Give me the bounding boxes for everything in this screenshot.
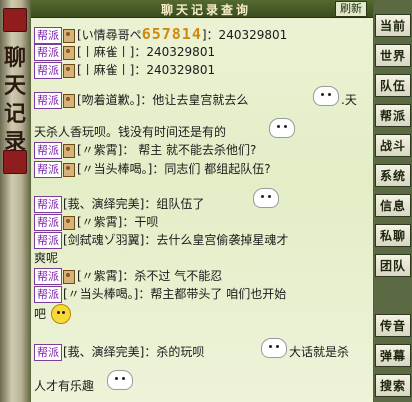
bag-icon xyxy=(63,143,75,158)
message-continuation: 爽呢 xyxy=(34,251,59,265)
message-text: ：240329801 xyxy=(134,63,216,77)
bag-icon xyxy=(63,269,75,284)
surprised-face-emote-icon xyxy=(51,304,71,324)
chat-line: 帮派 [い情尋哥ぺ657814]：240329801 xyxy=(34,25,288,44)
message-text: ：干呗 xyxy=(122,215,159,229)
bag-icon xyxy=(63,28,75,43)
tab-current[interactable]: 当前 xyxy=(375,14,411,37)
message-continuation: 吧 xyxy=(34,307,47,321)
chat-line: 帮派 [莪、演绎完美]：杀的玩呗 xyxy=(34,343,204,361)
tab-search[interactable]: 搜索 xyxy=(375,374,411,397)
message-text: ：240329801 xyxy=(134,45,216,59)
bag-icon xyxy=(63,63,75,78)
speaker-name[interactable]: [〃紫霄] xyxy=(77,143,122,157)
speaker-name[interactable]: [〃当头棒喝。] xyxy=(63,287,138,301)
gold-amount: 657814 xyxy=(141,25,202,43)
tab-team[interactable]: 队伍 xyxy=(375,74,411,97)
message-text: ：去什么皇宫偷袭掉星魂才 xyxy=(144,233,289,247)
message-text: ：他让去皇宫就去么 xyxy=(140,93,249,107)
bag-icon xyxy=(63,93,75,108)
tab-private[interactable]: 私聊 xyxy=(375,224,411,247)
guild-tag[interactable]: 帮派 xyxy=(34,344,62,361)
chat-line: 帮派 [〃紫霄]：杀不过 气不能忍 xyxy=(34,267,222,285)
tab-world[interactable]: 世界 xyxy=(375,44,411,67)
message-text: 大话就是杀 xyxy=(289,345,350,359)
chat-line: 帮派 [莪、演绎完美]：组队伍了 xyxy=(34,195,204,213)
chat-message-list: 帮派 [い情尋哥ぺ657814]：240329801 帮派 [丨麻雀丨]：24032… xyxy=(31,22,373,402)
message-text: ：组队伍了 xyxy=(144,197,205,211)
speaker-name[interactable]: [剑弑魂ゾ羽翼] xyxy=(63,233,144,247)
sheep-emote-icon xyxy=(107,370,133,390)
tab-info[interactable]: 信息 xyxy=(375,194,411,217)
guild-tag[interactable]: 帮派 xyxy=(34,44,62,61)
chat-line: 帮派 [剑弑魂ゾ羽翼]：去什么皇宫偷袭掉星魂才 xyxy=(34,231,288,249)
bag-icon xyxy=(63,162,75,177)
chat-line: 帮派 [丨麻雀丨]：240329801 xyxy=(34,43,215,61)
message-text: ：帮主都带头了 咱们也开始 xyxy=(138,287,287,301)
refresh-button[interactable]: 刷新 xyxy=(335,1,367,17)
title-bar: 聊天记录查询 刷新 xyxy=(31,0,373,18)
guild-tag[interactable]: 帮派 xyxy=(34,196,62,213)
speaker-name[interactable]: [丨麻雀丨] xyxy=(77,63,134,77)
red-seal xyxy=(3,150,27,174)
sheep-emote-icon xyxy=(261,338,287,358)
guild-tag[interactable]: 帮派 xyxy=(34,62,62,79)
sheep-emote-icon xyxy=(253,188,279,208)
chat-line: 帮派 [〃紫霄]： 帮主 就不能去杀他们? xyxy=(34,141,256,159)
message-text: ：同志们 都组起队伍? xyxy=(152,162,271,176)
message-text: ：杀的玩呗 xyxy=(144,345,205,359)
message-continuation: 人才有乐趣 xyxy=(34,379,95,393)
chat-log-panel: 聊天记录查询 刷新 帮派 [い情尋哥ぺ657814]：240329801 帮派 [丨… xyxy=(30,0,375,402)
guild-tag[interactable]: 帮派 xyxy=(34,142,62,159)
guild-tag[interactable]: 帮派 xyxy=(34,161,62,178)
tab-guild[interactable]: 帮派 xyxy=(375,104,411,127)
message-text: ]：240329801 xyxy=(201,28,288,42)
guild-tag[interactable]: 帮派 xyxy=(34,232,62,249)
chat-line: 帮派 [〃紫霄]：干呗 xyxy=(34,213,158,231)
speaker-name[interactable]: [〃紫霄] xyxy=(77,215,122,229)
chat-line: 帮派 [丨麻雀丨]：240329801 xyxy=(34,61,215,79)
speaker-name[interactable]: [莪、演绎完美] xyxy=(63,345,144,359)
channel-tab-bar: 当前 世界 队伍 帮派 战斗 系统 信息 私聊 团队 传音 弹幕 搜索 xyxy=(374,0,412,402)
tab-group[interactable]: 团队 xyxy=(375,254,411,277)
tab-system[interactable]: 系统 xyxy=(375,164,411,187)
speaker-name[interactable]: [〃当头棒喝。] xyxy=(77,162,152,176)
tab-battle[interactable]: 战斗 xyxy=(375,134,411,157)
sheep-emote-icon xyxy=(313,86,339,106)
chat-line: 帮派 [〃当头棒喝。]：帮主都带头了 咱们也开始 xyxy=(34,285,286,303)
speaker-name[interactable]: [吻着道歉。] xyxy=(77,93,140,107)
chat-line: 帮派 [吻着道歉。]：他让去皇宫就去么 xyxy=(34,91,248,109)
guild-tag[interactable]: 帮派 xyxy=(34,27,62,44)
guild-tag[interactable]: 帮派 xyxy=(34,268,62,285)
speaker-name[interactable]: [莪、演绎完美] xyxy=(63,197,144,211)
guild-tag[interactable]: 帮派 xyxy=(34,214,62,231)
speaker-name[interactable]: [丨麻雀丨] xyxy=(77,45,134,59)
decorative-scroll: 聊 天 记 录 xyxy=(0,0,32,402)
message-text: .天 xyxy=(341,93,357,107)
speaker-name[interactable]: [〃紫霄] xyxy=(77,269,122,283)
bag-icon xyxy=(63,215,75,230)
tab-danmaku[interactable]: 弹幕 xyxy=(375,344,411,367)
message-text: ：杀不过 气不能忍 xyxy=(122,269,223,283)
red-seal xyxy=(3,8,27,32)
message-continuation: 天杀人香玩呗。钱没有时间还是有的 xyxy=(34,125,227,139)
window-title: 聊天记录查询 xyxy=(160,3,251,17)
chat-line: 帮派 [〃当头棒喝。]：同志们 都组起队伍? xyxy=(34,160,271,178)
tab-whisper[interactable]: 传音 xyxy=(375,314,411,337)
speaker-name[interactable]: [い情尋哥ぺ xyxy=(77,28,142,42)
message-text: ： 帮主 就不能去杀他们? xyxy=(122,143,257,157)
guild-tag[interactable]: 帮派 xyxy=(34,92,62,109)
guild-tag[interactable]: 帮派 xyxy=(34,286,62,303)
sheep-emote-icon xyxy=(269,118,295,138)
bag-icon xyxy=(63,45,75,60)
